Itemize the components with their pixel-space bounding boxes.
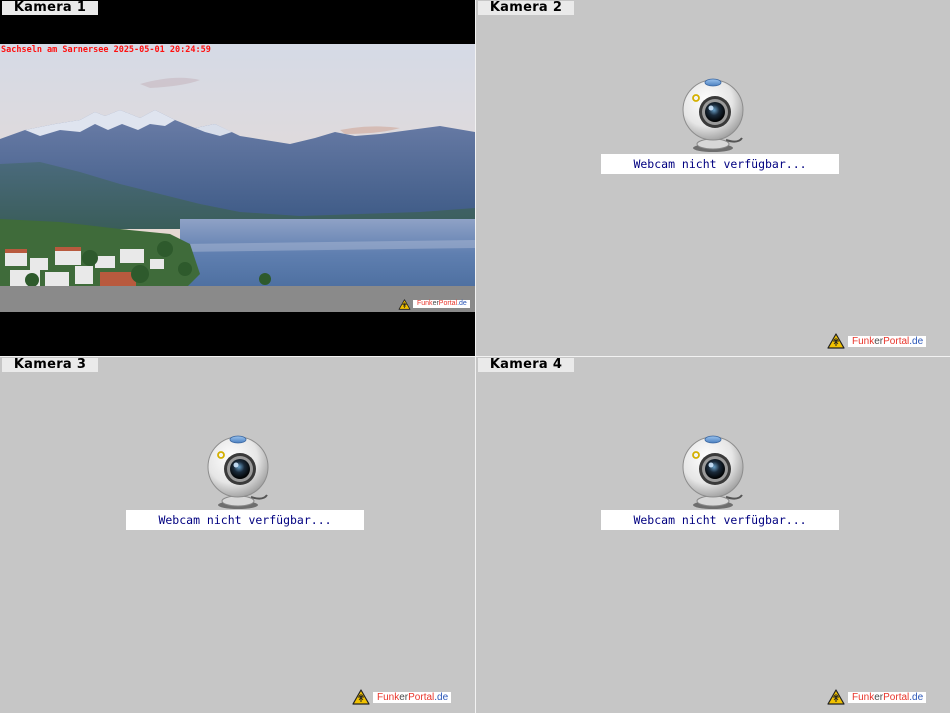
horizontal-divider (0, 356, 950, 357)
funkerportal-logo-icon (827, 689, 845, 705)
camera-1-label: Kamera 1 (2, 1, 98, 15)
webcam-icon (678, 78, 748, 154)
camera-4-status: Webcam nicht verfügbar... (601, 510, 839, 530)
camera-4-label: Kamera 4 (478, 358, 574, 372)
funkerportal-logo[interactable]: FunkerPortal.de (827, 333, 927, 349)
camera-3-tile: Kamera 3 Webcam nicht verfügbar... Funke… (0, 357, 475, 713)
camera-2-tile: Kamera 2 Webcam nicht verfügbar... Funke… (476, 0, 950, 356)
camera-2-status: Webcam nicht verfügbar... (601, 154, 839, 174)
camera-4-tile: Kamera 4 Webcam nicht verfügbar... Funke… (476, 357, 950, 713)
funkerportal-logo[interactable]: FunkerPortal.de (352, 689, 452, 705)
webcam-icon (203, 435, 273, 511)
camera-1-tile: Sachseln am Sarnersee 2025-05-01 20:24:5… (0, 0, 475, 356)
webcam-icon (678, 435, 748, 511)
funkerportal-logo[interactable]: FunkerPortal.de (398, 296, 470, 312)
camera-3-label: Kamera 3 (2, 358, 98, 372)
camera-2-label: Kamera 2 (478, 1, 574, 15)
funkerportal-logo[interactable]: FunkerPortal.de (827, 689, 927, 705)
camera-1-overlay-text: Sachseln am Sarnersee 2025-05-01 20:24:5… (1, 45, 211, 55)
funkerportal-logo-icon (352, 689, 370, 705)
funkerportal-logo-icon (827, 333, 845, 349)
camera-3-status: Webcam nicht verfügbar... (126, 510, 364, 530)
funkerportal-logo-icon (398, 299, 411, 310)
camera-1-image[interactable] (0, 44, 475, 312)
